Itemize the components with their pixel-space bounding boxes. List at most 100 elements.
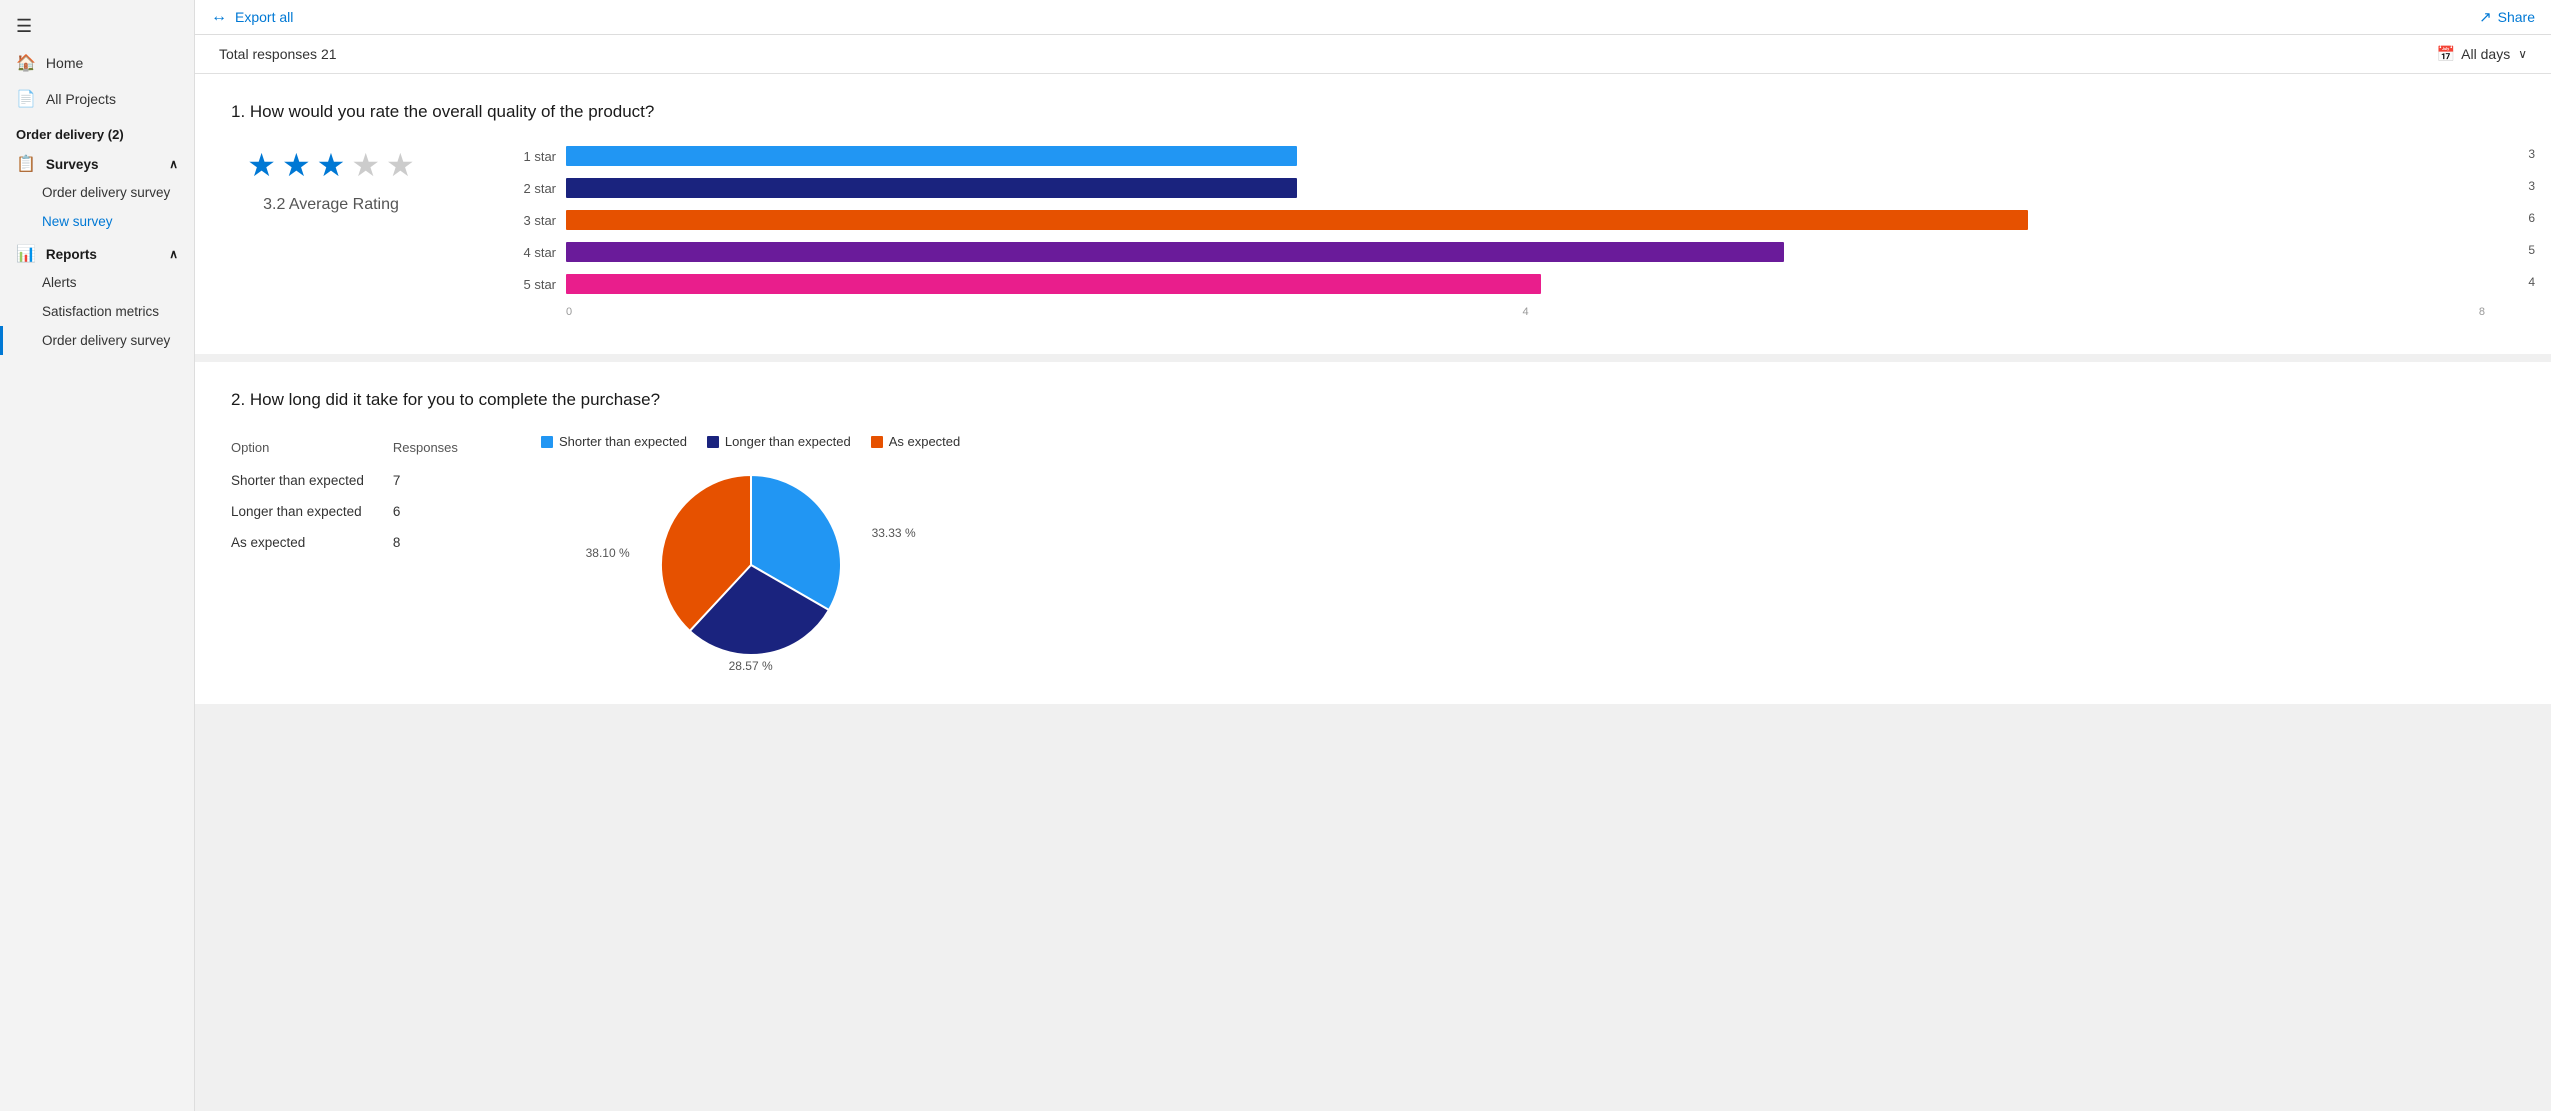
- cell-responses-1: 6: [393, 496, 481, 527]
- bar-value-0: 3: [2528, 147, 2535, 161]
- sidebar: ☰ 🏠 Home 📄 All Projects Order delivery (…: [0, 0, 195, 1111]
- order-delivery-survey-report-label: Order delivery survey: [42, 333, 170, 348]
- sidebar-item-home-label: Home: [46, 55, 83, 71]
- table-row: Longer than expected 6: [231, 496, 481, 527]
- new-survey-label: New survey: [42, 214, 113, 229]
- bar-chart-section: 1 star 3 2 star 3 3 star 6 4 star 5: [511, 146, 2515, 318]
- reports-chevron-icon: ∧: [169, 247, 178, 261]
- cell-option-0: Shorter than expected: [231, 465, 393, 496]
- bar-fill-1: [566, 178, 1297, 198]
- sidebar-sub-order-delivery-survey[interactable]: Order delivery survey: [0, 178, 194, 207]
- surveys-chevron-icon: ∧: [169, 157, 178, 171]
- order-delivery-survey-label: Order delivery survey: [42, 185, 170, 200]
- pie-label-longer: 28.57 %: [729, 659, 773, 673]
- bar-chart-rows: 1 star 3 2 star 3 3 star 6 4 star 5: [511, 146, 2515, 294]
- avg-rating-label: 3.2 Average Rating: [263, 196, 399, 214]
- filter-bar: Total responses 21 📅 All days ∨ ✕: [195, 35, 2551, 74]
- axis-0: 0: [566, 306, 572, 318]
- bar-fill-2: [566, 210, 2028, 230]
- legend-label-2: As expected: [889, 434, 961, 449]
- question-2-title: 2. How long did it take for you to compl…: [231, 390, 2515, 410]
- q1-content: ★ ★ ★ ★ ★ 3.2 Average Rating 1 star 3 2 …: [231, 146, 2515, 318]
- table-row: As expected 8: [231, 527, 481, 558]
- question-1-card: 1. How would you rate the overall qualit…: [195, 74, 2551, 354]
- reports-section-header[interactable]: 📊 Reports ∧: [0, 236, 194, 268]
- stars-display: ★ ★ ★ ★ ★: [247, 146, 414, 184]
- star-1: ★: [247, 146, 276, 184]
- pie-chart: [651, 465, 851, 665]
- sidebar-sub-order-delivery-survey-report[interactable]: Order delivery survey: [0, 326, 194, 355]
- section-title-order-delivery: Order delivery (2): [0, 117, 194, 146]
- satisfaction-metrics-label: Satisfaction metrics: [42, 304, 159, 319]
- cell-option-1: Longer than expected: [231, 496, 393, 527]
- surveys-label: Surveys: [46, 157, 99, 172]
- legend-item-1: Longer than expected: [707, 434, 851, 449]
- export-all-label: Export all: [235, 9, 293, 25]
- bar-value-2: 6: [2528, 211, 2535, 225]
- star-2: ★: [282, 146, 311, 184]
- content-scroll[interactable]: 1. How would you rate the overall qualit…: [195, 74, 2551, 1111]
- col-option: Option: [231, 434, 393, 465]
- total-responses: Total responses 21: [219, 46, 337, 62]
- bar-fill-3: [566, 242, 1784, 262]
- hamburger-icon: ☰: [16, 16, 32, 36]
- reports-icon: 📊: [16, 244, 36, 264]
- bar-label-1: 2 star: [511, 181, 556, 196]
- sidebar-sub-satisfaction-metrics[interactable]: Satisfaction metrics: [0, 297, 194, 326]
- main-content: ↔ Export all ↗ Share Total responses 21 …: [195, 0, 2551, 1111]
- star-4: ★: [351, 146, 380, 184]
- projects-icon: 📄: [16, 89, 36, 109]
- pie-label-shorter: 33.33 %: [872, 526, 916, 540]
- cell-option-2: As expected: [231, 527, 393, 558]
- q2-table: Option Responses Shorter than expected 7…: [231, 434, 481, 558]
- bar-value-3: 5: [2528, 243, 2535, 257]
- bar-row: 2 star 3: [511, 178, 2515, 198]
- filter-chevron-icon: ∨: [2518, 47, 2527, 61]
- col-responses: Responses: [393, 434, 481, 465]
- alerts-label: Alerts: [42, 275, 77, 290]
- surveys-section-header[interactable]: 📋 Surveys ∧: [0, 146, 194, 178]
- pie-label-expected: 38.10 %: [586, 546, 630, 560]
- bar-container-3: 5: [566, 242, 2515, 262]
- all-days-filter[interactable]: 📅 All days ∨: [2436, 45, 2527, 63]
- bar-fill-4: [566, 274, 1541, 294]
- table-row: Shorter than expected 7: [231, 465, 481, 496]
- bar-row: 3 star 6: [511, 210, 2515, 230]
- share-label: Share: [2498, 9, 2535, 25]
- question-2-card: 2. How long did it take for you to compl…: [195, 362, 2551, 704]
- hamburger-menu[interactable]: ☰: [0, 8, 194, 45]
- calendar-icon: 📅: [2436, 45, 2455, 63]
- star-3: ★: [317, 146, 346, 184]
- all-days-label: All days: [2461, 46, 2510, 62]
- cell-responses-2: 8: [393, 527, 481, 558]
- bar-container-0: 3: [566, 146, 2515, 166]
- export-all-button[interactable]: ↔ Export all: [211, 8, 293, 26]
- bar-axis: 0 4 8: [566, 306, 2515, 318]
- sidebar-sub-alerts[interactable]: Alerts: [0, 268, 194, 297]
- legend-item-0: Shorter than expected: [541, 434, 687, 449]
- sidebar-item-all-projects[interactable]: 📄 All Projects: [0, 81, 194, 117]
- bar-label-3: 4 star: [511, 245, 556, 260]
- legend-dot-2: [871, 436, 883, 448]
- share-button[interactable]: ↗ Share: [2479, 8, 2535, 26]
- export-icon: ↔: [211, 8, 227, 26]
- bar-row: 1 star 3: [511, 146, 2515, 166]
- cell-responses-0: 7: [393, 465, 481, 496]
- legend-item-2: As expected: [871, 434, 961, 449]
- share-icon: ↗: [2479, 8, 2492, 26]
- axis-8: 8: [2479, 306, 2485, 318]
- star-rating-section: ★ ★ ★ ★ ★ 3.2 Average Rating: [231, 146, 431, 214]
- sidebar-sub-new-survey[interactable]: New survey: [0, 207, 194, 236]
- pie-section: Shorter than expected Longer than expect…: [541, 434, 960, 668]
- sidebar-item-home[interactable]: 🏠 Home: [0, 45, 194, 81]
- pie-chart-wrapper: 33.33 % 28.57 % 38.10 %: [651, 465, 851, 668]
- question-1-title: 1. How would you rate the overall qualit…: [231, 102, 2515, 122]
- reports-label: Reports: [46, 247, 97, 262]
- bar-row: 4 star 5: [511, 242, 2515, 262]
- sidebar-item-all-projects-label: All Projects: [46, 91, 116, 107]
- bar-label-0: 1 star: [511, 149, 556, 164]
- home-icon: 🏠: [16, 53, 36, 73]
- bar-container-2: 6: [566, 210, 2515, 230]
- q2-table-body: Shorter than expected 7 Longer than expe…: [231, 465, 481, 558]
- bar-value-4: 4: [2528, 275, 2535, 289]
